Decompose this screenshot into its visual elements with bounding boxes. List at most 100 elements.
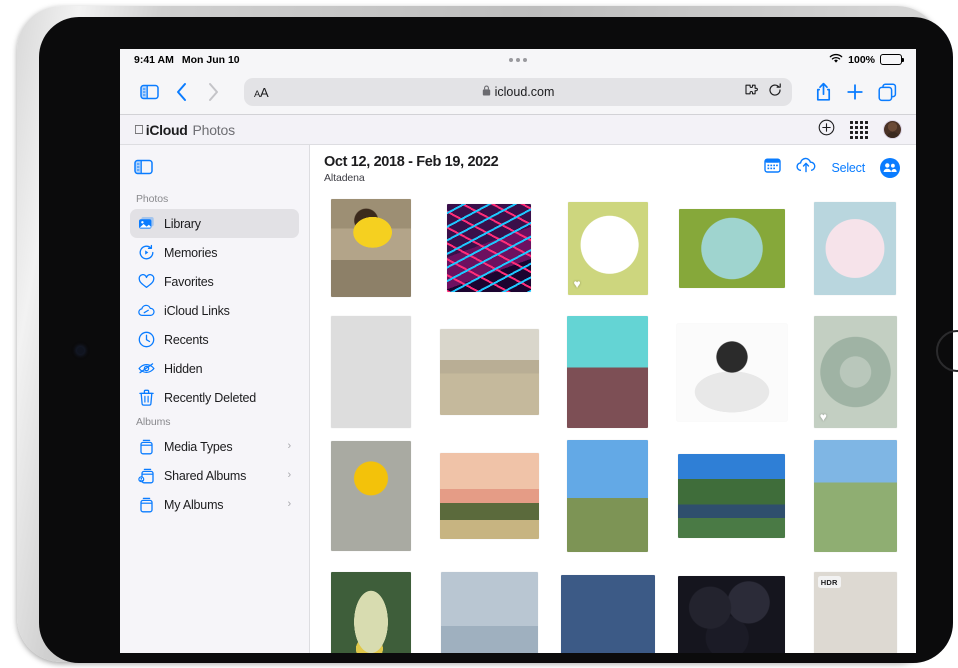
album-box-icon bbox=[138, 438, 155, 455]
sidebar-item-label: iCloud Links bbox=[164, 303, 230, 318]
multitask-dots-icon[interactable] bbox=[509, 57, 527, 62]
shared-album-box-icon bbox=[138, 467, 155, 484]
photo-cell bbox=[324, 441, 418, 551]
user-avatar[interactable] bbox=[883, 120, 902, 139]
select-button[interactable]: Select bbox=[831, 161, 865, 175]
header-actions: Select bbox=[764, 154, 900, 178]
battery-percent-label: 100% bbox=[848, 53, 875, 66]
device-bezel: 9:41 AM Mon Jun 10 100% AA icloud.com iC… bbox=[39, 17, 958, 663]
puzzle-piece-icon[interactable] bbox=[744, 83, 759, 102]
status-bar-left: 9:41 AM Mon Jun 10 bbox=[134, 54, 240, 66]
photo-dessert-plate[interactable] bbox=[678, 208, 785, 288]
photo-macarons-plate[interactable] bbox=[814, 201, 897, 295]
status-date: Mon Jun 10 bbox=[181, 53, 240, 66]
sidebar-item-label: Memories bbox=[164, 245, 218, 260]
photo-cactus-flower[interactable] bbox=[330, 572, 411, 653]
eye-slash-icon bbox=[138, 360, 155, 377]
memories-play-icon bbox=[138, 244, 155, 261]
photo-cell bbox=[677, 195, 787, 301]
sidebar-collapse-icon[interactable] bbox=[134, 155, 160, 179]
sidebar-item-favorites[interactable]: Favorites bbox=[130, 267, 299, 296]
photo-cell bbox=[676, 319, 787, 425]
photo-pink-dress-field[interactable] bbox=[567, 440, 648, 552]
album-box-icon bbox=[138, 496, 155, 513]
people-shared-icon[interactable] bbox=[880, 157, 900, 178]
url-text: icloud.com bbox=[494, 85, 555, 99]
hdr-badge: HDR bbox=[817, 576, 841, 588]
share-icon[interactable] bbox=[808, 77, 838, 107]
sidebar-toggle-icon[interactable] bbox=[134, 77, 164, 107]
sidebar-item-my-albums[interactable]: My Albums › bbox=[130, 490, 299, 519]
url-bar-actions bbox=[744, 82, 782, 102]
photo-cell bbox=[809, 195, 903, 301]
photo-pastries-plate[interactable]: ♥ bbox=[567, 201, 648, 295]
photo-doorway-portrait[interactable]: HDR bbox=[813, 572, 897, 653]
sidebar-item-label: Favorites bbox=[164, 274, 214, 289]
lock-icon bbox=[482, 83, 491, 101]
ipad-device-frame: 9:41 AM Mon Jun 10 100% AA icloud.com iC… bbox=[17, 6, 958, 663]
photo-dark-berries[interactable] bbox=[678, 576, 785, 653]
forward-button[interactable] bbox=[198, 77, 228, 107]
sidebar-item-label: Library bbox=[164, 216, 201, 231]
sidebar-item-recents[interactable]: Recents bbox=[130, 325, 299, 354]
photo-cell bbox=[561, 316, 655, 428]
photo-portrait-bw[interactable] bbox=[676, 323, 787, 421]
header-titles: Oct 12, 2018 - Feb 19, 2022 Altadena bbox=[324, 154, 499, 184]
photo-cell: HDR bbox=[809, 567, 903, 653]
photo-man-at-sunset[interactable] bbox=[439, 453, 539, 539]
photo-cell bbox=[439, 319, 539, 425]
photo-yellow-sunflower[interactable] bbox=[330, 441, 411, 551]
sidebar-item-icloud-links[interactable]: iCloud Links bbox=[130, 296, 299, 325]
photo-vase-still-life[interactable] bbox=[560, 575, 655, 653]
url-display: icloud.com bbox=[244, 83, 792, 101]
icloud-brand[interactable]:  iCloud Photos bbox=[134, 122, 235, 138]
photo-cell bbox=[324, 567, 418, 653]
photo-cell bbox=[677, 443, 787, 549]
sidebar-item-recently-deleted[interactable]: Recently Deleted bbox=[130, 383, 299, 412]
photo-cell bbox=[324, 316, 418, 428]
sidebar-item-library[interactable]: Library bbox=[130, 209, 299, 238]
photo-man-in-clouds[interactable] bbox=[440, 572, 538, 653]
sidebar-item-media-types[interactable]: Media Types › bbox=[130, 432, 299, 461]
sidebar-item-label: My Albums bbox=[164, 497, 224, 512]
photo-kid-in-water[interactable] bbox=[330, 199, 411, 297]
new-tab-button[interactable] bbox=[840, 77, 870, 107]
photo-cell bbox=[439, 443, 539, 549]
front-camera-dot bbox=[77, 347, 84, 354]
chevron-right-icon: › bbox=[287, 469, 292, 481]
tabs-overview-icon[interactable] bbox=[872, 77, 902, 107]
page-settings-aa-button[interactable]: AA bbox=[254, 85, 269, 100]
photo-cell bbox=[440, 195, 539, 301]
photo-woman-portrait[interactable] bbox=[813, 440, 897, 552]
status-time: 9:41 AM bbox=[134, 53, 174, 66]
photo-mountain-valley[interactable] bbox=[678, 454, 785, 538]
plus-circle-icon[interactable] bbox=[818, 119, 835, 141]
photo-neon-burgers-sign[interactable] bbox=[447, 204, 531, 292]
photo-succulent[interactable]: ♥ bbox=[813, 316, 897, 428]
app-body: Photos Library Memories Favorites iCloud… bbox=[120, 145, 916, 653]
sidebar-section-albums-title: Albums bbox=[136, 416, 171, 428]
photo-library-content: Oct 12, 2018 - Feb 19, 2022 Altadena Sel… bbox=[310, 145, 916, 653]
sidebar-item-label: Hidden bbox=[164, 361, 203, 376]
back-button[interactable] bbox=[166, 77, 196, 107]
sidebar-item-memories[interactable]: Memories bbox=[130, 238, 299, 267]
photo-grid: ♥ ♥ HDR bbox=[310, 191, 916, 653]
safari-toolbar: AA icloud.com bbox=[120, 70, 916, 115]
home-button[interactable] bbox=[936, 330, 958, 372]
url-bar[interactable]: AA icloud.com bbox=[244, 78, 792, 106]
icloud-brand-label: iCloud bbox=[136, 121, 188, 138]
reload-icon[interactable] bbox=[768, 82, 782, 102]
cloud-upload-icon[interactable] bbox=[796, 157, 816, 178]
calendar-icon[interactable] bbox=[764, 157, 782, 178]
ipad-screen: 9:41 AM Mon Jun 10 100% AA icloud.com iC… bbox=[120, 49, 916, 653]
apps-grid-icon[interactable] bbox=[850, 120, 868, 139]
photo-cell bbox=[560, 567, 655, 653]
sidebar-item-shared-albums[interactable]: Shared Albums › bbox=[130, 461, 299, 490]
photo-desert-landscape[interactable] bbox=[439, 329, 539, 415]
clock-icon bbox=[138, 331, 155, 348]
sidebar-item-hidden[interactable]: Hidden bbox=[130, 354, 299, 383]
photo-pink-cake[interactable] bbox=[567, 316, 648, 428]
date-range-title: Oct 12, 2018 - Feb 19, 2022 bbox=[324, 154, 499, 170]
photo-cell: ♥ bbox=[561, 195, 655, 301]
photo-canyon-hiker[interactable] bbox=[330, 316, 411, 428]
